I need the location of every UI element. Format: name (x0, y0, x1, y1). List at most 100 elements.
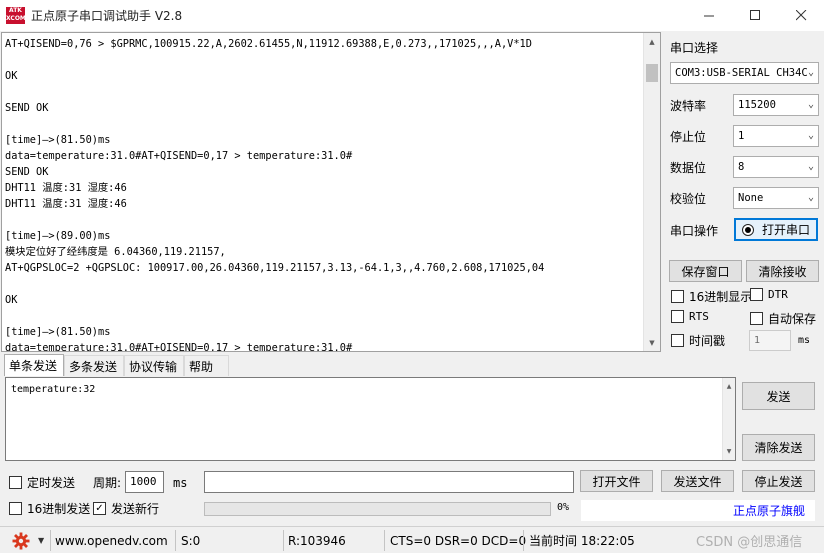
receive-line: SEND OK (5, 166, 49, 178)
send-button[interactable]: 发送 (742, 382, 815, 410)
open-file-button[interactable]: 打开文件 (580, 470, 653, 492)
clear-receive-button[interactable]: 清除接收 (746, 260, 819, 282)
close-icon (795, 10, 806, 21)
stop-bits-value: 1 (738, 130, 745, 142)
status-bar: ▼ www.openedv.com S:0 R:103946 CTS=0 DSR… (0, 526, 824, 553)
send-scrollbar[interactable]: ▲ ▼ (722, 378, 735, 460)
open-port-label: 打开串口 (761, 223, 810, 237)
port-value: COM3:USB-SERIAL CH34C (675, 67, 808, 79)
parity-select[interactable]: None ⌄ (733, 187, 819, 209)
checkbox-icon (750, 288, 763, 301)
caret-down-icon[interactable]: ▼ (38, 536, 44, 545)
send-text: temperature:32 (11, 384, 96, 395)
port-select[interactable]: COM3:USB-SERIAL CH34C ⌄ (670, 62, 819, 84)
receive-line: 模块定位好了经纬度是 6.04360,119.21157, (5, 246, 226, 258)
checkbox-icon (9, 502, 22, 515)
tab-single-send[interactable]: 单条发送 (4, 354, 64, 376)
close-button[interactable] (778, 0, 824, 31)
receive-line: data=temperature:31.0#AT+QISEND=0,17 > t… (5, 150, 353, 162)
port-label: 串口选择 (670, 41, 719, 55)
scroll-up-arrow-icon[interactable]: ▲ (644, 33, 660, 50)
data-bits-label: 数据位 (670, 161, 707, 175)
chevron-down-icon: ⌄ (807, 192, 814, 203)
flagship-link[interactable]: 正点原子旗舰 (580, 499, 816, 522)
chevron-down-icon: ⌄ (807, 99, 814, 110)
stop-bits-label: 停止位 (670, 130, 707, 144)
parity-label: 校验位 (670, 192, 707, 206)
hex-display-checkbox[interactable]: 16进制显示 (671, 288, 752, 305)
scroll-down-arrow-icon[interactable]: ▼ (723, 443, 735, 460)
website-link[interactable]: www.openedv.com (55, 527, 168, 553)
stop-send-button[interactable]: 停止发送 (742, 470, 815, 492)
receive-line (5, 52, 544, 68)
minimize-button[interactable] (686, 0, 732, 31)
chevron-down-icon: ⌄ (807, 67, 814, 78)
receive-line: SEND OK (5, 102, 49, 114)
receive-line: OK (5, 70, 18, 82)
maximize-button[interactable] (732, 0, 778, 31)
baud-value: 115200 (738, 99, 776, 111)
receive-line: [time]—>(89.00)ms (5, 230, 111, 242)
data-bits-select[interactable]: 8 ⌄ (733, 156, 819, 178)
scrollbar-thumb[interactable] (646, 64, 658, 82)
receive-line: OK (5, 294, 18, 306)
receive-line: AT+QGPSLOC=2 +QGPSLOC: 100917.00,26.0436… (5, 262, 545, 274)
send-file-button[interactable]: 发送文件 (661, 470, 734, 492)
chevron-down-icon: ⌄ (807, 130, 814, 141)
tab-help[interactable]: 帮助 (184, 355, 229, 376)
timed-send-checkbox[interactable]: 定时发送 (9, 474, 75, 491)
checkbox-icon (750, 312, 763, 325)
save-window-button[interactable]: 保存窗口 (669, 260, 742, 282)
chevron-down-icon: ⌄ (807, 161, 814, 172)
receive-scrollbar[interactable]: ▲ ▼ (643, 33, 660, 351)
send-textbox[interactable]: temperature:32 ▲ ▼ (5, 377, 736, 461)
gear-icon (12, 532, 30, 549)
progress-text: 0% (557, 502, 570, 513)
port-status-icon (741, 223, 754, 236)
open-port-button[interactable]: 打开串口 (734, 218, 818, 241)
tab-multi-send[interactable]: 多条发送 (64, 355, 124, 376)
current-time: 当前时间 18:22:05 (529, 534, 635, 548)
receive-line: DHT11 温度:31 湿度:46 (5, 198, 127, 210)
checkbox-icon (671, 290, 684, 303)
rts-checkbox[interactable]: RTS (671, 310, 709, 323)
file-path-input[interactable] (204, 471, 574, 493)
receive-textbox[interactable]: AT+QISEND=0,76 > $GPRMC,100915.22,A,2602… (1, 32, 661, 352)
checkmark-icon: ✓ (93, 502, 106, 515)
period-label: 周期: (93, 476, 122, 490)
baud-select[interactable]: 115200 ⌄ (733, 94, 819, 116)
receive-line: AT+QISEND=0,76 > $GPRMC,100915.22,A,2602… (5, 38, 532, 50)
receive-line (5, 308, 544, 324)
checkbox-icon (9, 476, 22, 489)
title-bar: ATK XCOM 正点原子串口调试助手 V2.8 (0, 0, 824, 31)
line-signals: CTS=0 DSR=0 DCD=0 (390, 533, 527, 548)
port-op-label: 串口操作 (670, 224, 719, 238)
settings-gear-button[interactable]: ▼ (12, 527, 44, 553)
auto-save-checkbox[interactable]: 自动保存 (750, 310, 816, 327)
received-count: R:103946 (288, 533, 346, 548)
tab-protocol[interactable]: 协议传输 (124, 355, 184, 376)
receive-line: [time]—>(81.50)ms (5, 326, 111, 338)
checkbox-icon (671, 334, 684, 347)
receive-line (5, 212, 544, 228)
baud-label: 波特率 (670, 99, 707, 113)
period-unit: ms (173, 476, 188, 490)
period-input[interactable]: 1000 (125, 471, 164, 493)
scroll-down-arrow-icon[interactable]: ▼ (644, 334, 660, 351)
receive-line (5, 116, 544, 132)
receive-line (5, 84, 544, 100)
scroll-up-arrow-icon[interactable]: ▲ (723, 378, 735, 395)
stop-bits-select[interactable]: 1 ⌄ (733, 125, 819, 147)
checkbox-icon (671, 310, 684, 323)
dtr-checkbox[interactable]: DTR (750, 288, 788, 301)
send-newline-checkbox[interactable]: ✓ 发送新行 (93, 500, 159, 517)
parity-value: None (738, 192, 764, 204)
receive-line: data=temperature:31.0#AT+QISEND=0,17 > t… (5, 342, 353, 352)
receive-line (5, 276, 544, 292)
timestamp-checkbox[interactable]: 时间戳 (671, 332, 725, 349)
csdn-watermark: CSDN @创思通信 (696, 535, 803, 550)
timestamp-input[interactable]: 1 (749, 330, 791, 351)
hex-send-checkbox[interactable]: 16进制发送 (9, 500, 90, 517)
clear-send-button[interactable]: 清除发送 (742, 434, 815, 461)
receive-line: [time]—>(81.50)ms (5, 134, 111, 146)
